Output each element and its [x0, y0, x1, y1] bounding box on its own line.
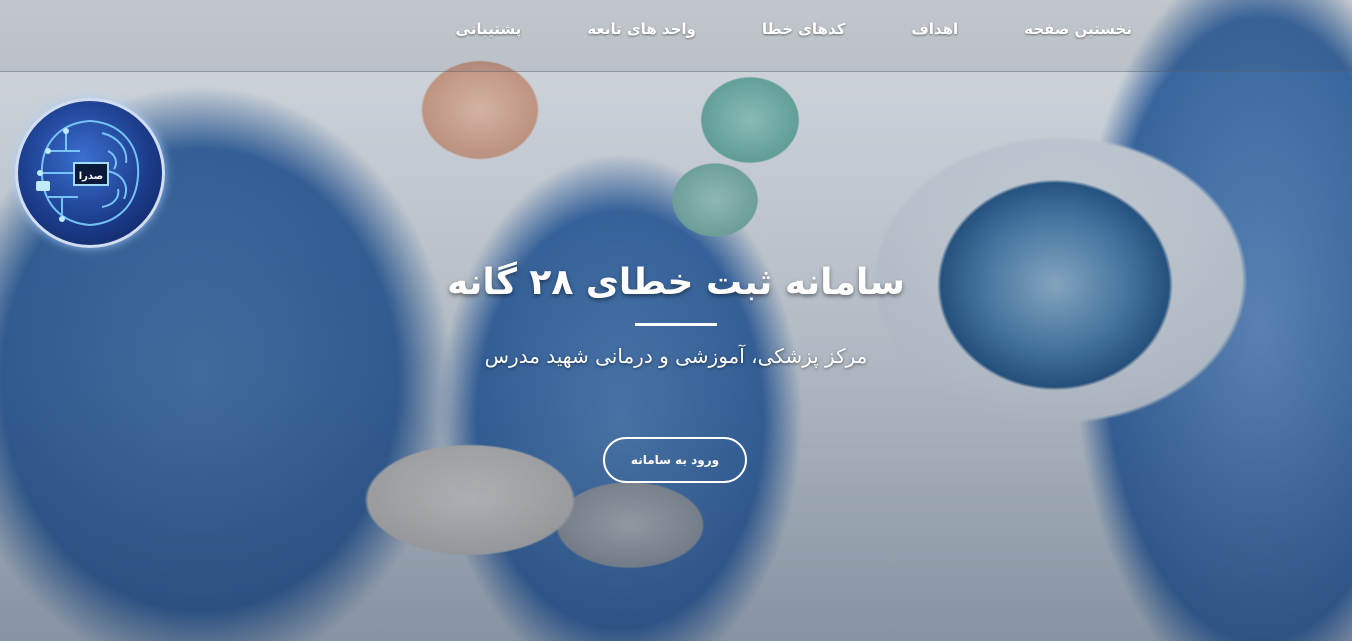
- hero-divider: [635, 323, 717, 326]
- top-navbar: نخستین صفحه اهداف کدهای خطا واحد های تاب…: [0, 0, 1352, 72]
- nav-menu: نخستین صفحه اهداف کدهای خطا واحد های تاب…: [390, 20, 1132, 38]
- nav-item-goals[interactable]: اهداف: [911, 20, 958, 38]
- site-logo[interactable]: صدرا: [15, 98, 165, 248]
- nav-item-support[interactable]: پشتیبانی: [456, 20, 522, 38]
- nav-item-subsidiary-units[interactable]: واحد های تابعه: [587, 20, 696, 38]
- brain-circuit-icon: صدرا: [36, 120, 140, 226]
- nav-item-home[interactable]: نخستین صفحه: [1024, 20, 1132, 38]
- hero-title: سامانه ثبت خطای ۲۸ گانه: [447, 262, 905, 303]
- nav-item-error-codes[interactable]: کدهای خطا: [762, 20, 845, 38]
- hero-subtitle: مرکز پزشکی، آموزشی و درمانی شهید مدرس: [484, 344, 868, 368]
- login-button[interactable]: ورود به سامانه: [603, 437, 747, 483]
- hero-content: سامانه ثبت خطای ۲۸ گانه مرکز پزشکی، آموز…: [0, 262, 1352, 368]
- logo-text: صدرا: [79, 171, 104, 182]
